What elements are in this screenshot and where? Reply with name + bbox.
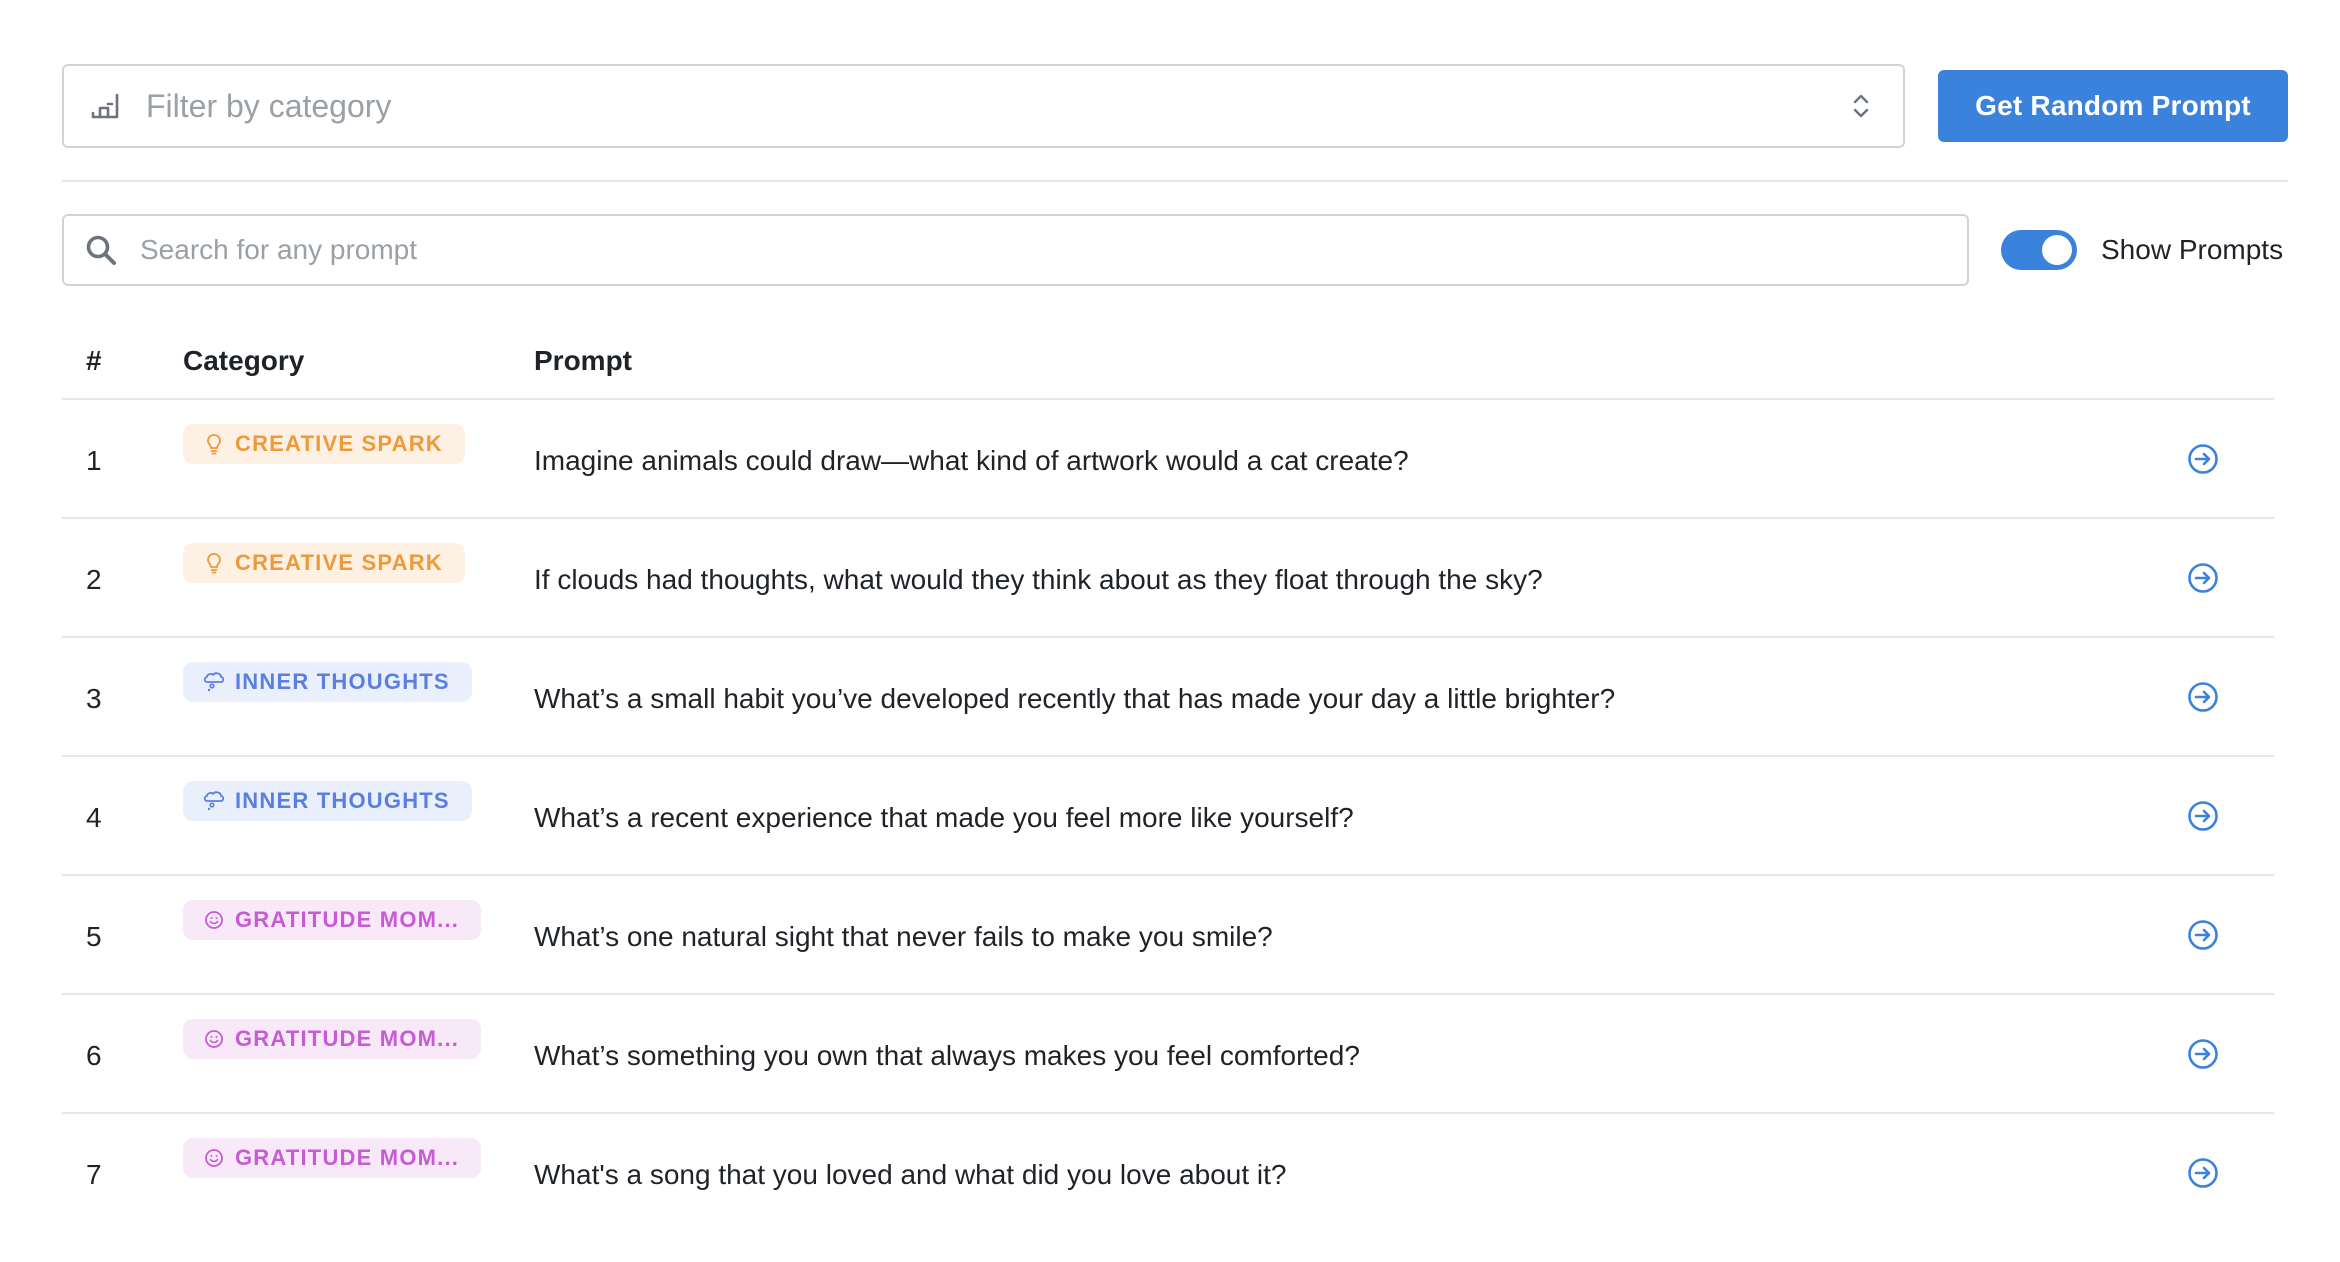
prompt-text: What’s one natural sight that never fail… [534, 920, 1273, 952]
smiley-icon [203, 909, 225, 931]
row-number: 4 [86, 801, 102, 833]
row-number: 1 [86, 444, 102, 476]
open-prompt-arrow-icon[interactable] [2186, 442, 2220, 476]
open-prompt-arrow-icon[interactable] [2186, 1156, 2220, 1190]
table-row[interactable]: 1 CREATIVE SPARK Imagine animals could d… [62, 400, 2274, 519]
get-random-prompt-button[interactable]: Get Random Prompt [1938, 70, 2288, 142]
top-controls: Filter by category Get Random Prompt [62, 64, 2288, 148]
smiley-icon [203, 1147, 225, 1169]
table-row[interactable]: 2 CREATIVE SPARK If clouds had thoughts,… [62, 519, 2274, 638]
table-row[interactable]: 3 INNER THOUGHTS What’s a small habit yo… [62, 638, 2274, 757]
category-label: GRATITUDE MOM... [235, 907, 460, 932]
prompt-text: What’s something you own that always mak… [534, 1039, 1360, 1071]
prompt-text: What’s a small habit you’ve developed re… [534, 682, 1616, 714]
toggle-knob [2042, 235, 2072, 265]
thought-bubble-icon [203, 790, 225, 812]
show-prompts-label: Show Prompts [2101, 234, 2284, 265]
row-number: 3 [86, 682, 102, 714]
category-label: INNER THOUGHTS [235, 669, 450, 694]
thought-bubble-icon [203, 671, 225, 693]
table-row[interactable]: 4 INNER THOUGHTS What’s a recent experie… [62, 757, 2274, 876]
filter-placeholder: Filter by category [146, 87, 392, 124]
prompt-text: If clouds had thoughts, what would they … [534, 563, 1543, 595]
row-number: 5 [86, 920, 102, 952]
prompts-table: # Category Prompt 1 CREATIVE SPARK Imagi… [62, 324, 2274, 1231]
category-badge: INNER THOUGHTS [183, 781, 472, 821]
category-label: INNER THOUGHTS [235, 788, 450, 813]
category-badge: CREATIVE SPARK [183, 543, 465, 583]
show-prompts-toggle[interactable] [2001, 230, 2077, 270]
category-filter-select[interactable]: Filter by category [62, 64, 1905, 148]
smiley-icon [203, 1028, 225, 1050]
prompt-browser: Filter by category Get Random Prompt Sea… [62, 64, 2288, 1231]
category-badge: GRATITUDE MOM... [183, 900, 482, 940]
open-prompt-arrow-icon[interactable] [2186, 561, 2220, 595]
table-row[interactable]: 7 GRATITUDE MOM... What's a song that yo… [62, 1114, 2274, 1231]
category-badge: INNER THOUGHTS [183, 662, 472, 702]
category-badge: CREATIVE SPARK [183, 424, 465, 464]
search-row: Show Prompts [62, 214, 2288, 286]
section-divider [62, 180, 2288, 182]
open-prompt-arrow-icon[interactable] [2186, 1037, 2220, 1071]
category-label: GRATITUDE MOM... [235, 1145, 460, 1170]
header-num: # [86, 345, 102, 376]
table-header: # Category Prompt [62, 324, 2274, 400]
row-number: 2 [86, 563, 102, 595]
prompt-text: Imagine animals could draw—what kind of … [534, 444, 1409, 476]
header-category: Category [183, 345, 305, 376]
category-label: CREATIVE SPARK [235, 550, 443, 575]
lightbulb-icon [203, 433, 225, 455]
open-prompt-arrow-icon[interactable] [2186, 799, 2220, 833]
prompt-text: What’s a recent experience that made you… [534, 801, 1354, 833]
category-label: GRATITUDE MOM... [235, 1026, 460, 1051]
filter-sort-icon [90, 91, 120, 121]
row-number: 6 [86, 1039, 102, 1071]
prompt-text: What's a song that you loved and what di… [534, 1158, 1287, 1190]
open-prompt-arrow-icon[interactable] [2186, 680, 2220, 714]
lightbulb-icon [203, 552, 225, 574]
chevron-up-down-icon [1849, 89, 1873, 123]
search-input[interactable] [138, 233, 1947, 267]
row-number: 7 [86, 1158, 102, 1190]
search-icon [84, 233, 118, 267]
header-prompt: Prompt [534, 345, 632, 376]
search-box[interactable] [62, 214, 1969, 286]
category-label: CREATIVE SPARK [235, 431, 443, 456]
category-badge: GRATITUDE MOM... [183, 1019, 482, 1059]
category-badge: GRATITUDE MOM... [183, 1138, 482, 1178]
open-prompt-arrow-icon[interactable] [2186, 918, 2220, 952]
table-row[interactable]: 6 GRATITUDE MOM... What’s something you … [62, 995, 2274, 1114]
table-row[interactable]: 5 GRATITUDE MOM... What’s one natural si… [62, 876, 2274, 995]
